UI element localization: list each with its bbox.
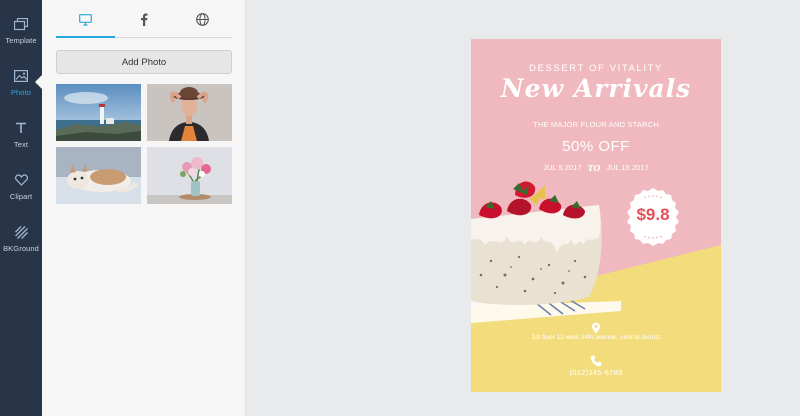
tab-facebook[interactable] — [115, 6, 174, 37]
flyer-title[interactable]: New Arrivals — [471, 74, 721, 103]
sidebar-item-label: Clipart — [9, 192, 33, 201]
tab-my-computer[interactable] — [56, 6, 115, 38]
background-icon — [13, 224, 29, 240]
tool-sidebar: Template Photo Text Clipart BKGround — [0, 0, 42, 416]
template-icon — [13, 16, 29, 32]
flowers-photo[interactable] — [147, 147, 232, 204]
heart-icon — [13, 172, 29, 188]
phone-icon — [590, 355, 602, 367]
sidebar-item-photo[interactable]: Photo — [0, 66, 42, 112]
sidebar-item-clipart[interactable]: Clipart — [0, 170, 42, 216]
add-photo-button[interactable]: Add Photo — [56, 50, 232, 74]
photo-icon — [13, 68, 29, 84]
date-end: JUL 15 2017 — [606, 163, 649, 172]
source-tabs — [56, 6, 232, 38]
photo-grid — [56, 84, 232, 204]
date-separator: TO — [587, 163, 601, 173]
monitor-icon — [78, 13, 92, 31]
sidebar-item-background[interactable]: BKGround — [0, 222, 42, 268]
flyer-phone[interactable]: (012)345-6789 — [471, 368, 721, 377]
sidebar-item-label: BKGround — [3, 244, 39, 253]
photo-panel: Add Photo — [42, 0, 246, 416]
globe-icon — [196, 12, 210, 31]
lighthouse-photo[interactable] — [56, 84, 141, 141]
flyer-dates[interactable]: JUL 5 2017 TO JUL 15 2017 — [471, 163, 721, 173]
flyer-canvas[interactable]: DESSERT OF VITALITY New Arrivals THE MAJ… — [471, 39, 721, 392]
price-label: $9.8 — [636, 205, 670, 224]
sidebar-item-template[interactable]: Template — [0, 14, 42, 60]
date-start: JUL 5 2017 — [543, 163, 582, 172]
location-pin-icon — [592, 322, 600, 334]
cat-photo[interactable] — [56, 147, 141, 204]
facebook-icon — [140, 13, 148, 31]
text-icon — [13, 120, 29, 136]
tab-web[interactable] — [173, 6, 232, 37]
sidebar-item-label: Photo — [10, 88, 32, 97]
flyer-address[interactable]: 1st floor 12 west 34th avenue, central d… — [471, 334, 721, 341]
flyer-kicker[interactable]: DESSERT OF VITALITY — [471, 63, 721, 74]
flyer-discount[interactable]: 50% OFF — [471, 138, 721, 155]
sidebar-item-text[interactable]: Text — [0, 118, 42, 164]
flyer-subtitle[interactable]: THE MAJOR FLOUR AND STARCH — [471, 120, 721, 129]
woman-hat-photo[interactable] — [147, 84, 232, 141]
sidebar-item-label: Text — [13, 140, 29, 149]
sidebar-item-label: Template — [5, 36, 37, 45]
